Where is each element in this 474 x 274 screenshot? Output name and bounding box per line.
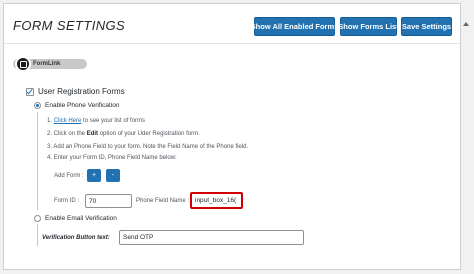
show-forms-list-button[interactable]: Show Forms List — [338, 17, 399, 36]
verification-button-text-input[interactable]: Send OTP — [119, 230, 304, 245]
form-id-input[interactable]: 70 — [85, 194, 132, 208]
verification-button-text-label: Verification Button text: — [42, 235, 110, 241]
formlink-logo-icon — [15, 56, 31, 72]
panel-header: FORM SETTINGS Show All Enabled Forms Sho… — [4, 4, 460, 44]
phone-verification-label: Enable Phone Verification — [45, 102, 120, 109]
page-title: FORM SETTINGS — [13, 18, 126, 33]
user-registration-checkbox[interactable] — [26, 87, 34, 96]
user-registration-label: User Registration Forms — [38, 87, 125, 96]
form-id-label: Form ID : — [54, 198, 79, 204]
click-here-link[interactable]: Click Here — [54, 118, 82, 124]
show-all-enabled-forms-button[interactable]: Show All Enabled Forms — [251, 17, 338, 36]
remove-form-button[interactable]: - — [106, 169, 120, 182]
step-2: 2. Click on the Edit option of your Uder… — [47, 131, 200, 137]
email-verification-label: Enable Email Verification — [45, 215, 117, 222]
checkmark-icon — [26, 87, 33, 95]
divider — [37, 112, 38, 210]
step-1: 1. Click Here to see your list of forms — [47, 118, 146, 124]
save-settings-button[interactable]: Save Settings — [401, 17, 452, 36]
email-verification-radio[interactable] — [34, 215, 41, 222]
add-form-label: Add Form : — [54, 173, 84, 179]
formlink-label: FormLink — [33, 61, 61, 67]
scroll-up-arrow-icon[interactable] — [463, 22, 469, 26]
step-4: 4. Enter your Form ID, Phone Field Name … — [47, 155, 177, 161]
phone-field-name-input[interactable]: input_box_16( — [190, 192, 243, 209]
form-settings-panel: FORM SETTINGS Show All Enabled Forms Sho… — [3, 3, 461, 270]
phone-field-name-label: Phone Field Name : — [136, 198, 190, 204]
add-form-button[interactable]: + — [87, 169, 101, 182]
divider — [37, 224, 38, 246]
step-3: 3. Add an Phone Field to your form. Note… — [47, 144, 249, 150]
phone-verification-radio[interactable] — [34, 102, 41, 109]
